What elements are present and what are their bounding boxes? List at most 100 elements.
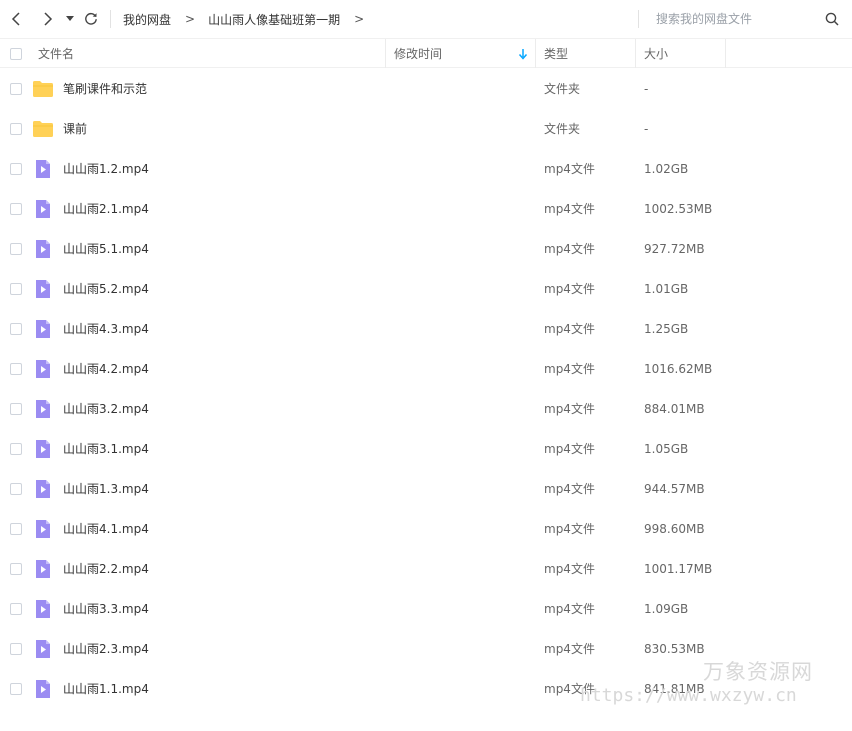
file-name[interactable]: 山山雨5.1.mp4	[63, 229, 149, 269]
history-dropdown-button[interactable]	[60, 8, 80, 30]
breadcrumb-separator: >	[185, 12, 196, 26]
file-row[interactable]: 山山雨2.2.mp4 mp4文件 1001.17MB	[0, 549, 852, 589]
file-row[interactable]: 山山雨4.3.mp4 mp4文件 1.25GB	[0, 309, 852, 349]
file-type: mp4文件	[544, 402, 595, 416]
file-row[interactable]: 山山雨2.1.mp4 mp4文件 1002.53MB	[0, 189, 852, 229]
select-all-checkbox[interactable]	[10, 39, 22, 68]
video-file-icon	[32, 319, 54, 339]
checkbox-box	[10, 563, 22, 575]
caret-down-icon	[66, 16, 74, 21]
refresh-button[interactable]	[80, 8, 102, 30]
row-checkbox[interactable]	[10, 683, 22, 695]
column-header-size[interactable]: 大小	[644, 39, 668, 68]
file-size: 998.60MB	[644, 522, 705, 536]
checkbox-box	[10, 483, 22, 495]
row-checkbox[interactable]	[10, 563, 22, 575]
file-name[interactable]: 山山雨4.1.mp4	[63, 509, 149, 549]
file-name[interactable]: 山山雨4.2.mp4	[63, 349, 149, 389]
breadcrumb: 我的网盘 > 山山雨人像基础班第一期 >	[123, 0, 377, 38]
row-checkbox[interactable]	[10, 323, 22, 335]
row-checkbox[interactable]	[10, 243, 22, 255]
file-name[interactable]: 山山雨3.1.mp4	[63, 429, 149, 469]
checkbox-box	[10, 523, 22, 535]
file-name[interactable]: 山山雨1.2.mp4	[63, 149, 149, 189]
file-type: 文件夹	[544, 122, 581, 136]
file-list-header: 文件名 修改时间 类型 大小	[0, 38, 852, 68]
row-checkbox[interactable]	[10, 83, 22, 95]
file-size: 1.09GB	[644, 602, 689, 616]
checkbox-box	[10, 363, 22, 375]
file-name[interactable]: 山山雨2.3.mp4	[63, 629, 149, 669]
row-checkbox[interactable]	[10, 363, 22, 375]
row-checkbox[interactable]	[10, 283, 22, 295]
file-name[interactable]: 山山雨3.3.mp4	[63, 589, 149, 629]
search-input[interactable]	[646, 9, 824, 29]
file-size: 944.57MB	[644, 482, 705, 496]
file-row[interactable]: 山山雨5.2.mp4 mp4文件 1.01GB	[0, 269, 852, 309]
back-button[interactable]	[6, 8, 28, 30]
chevron-left-icon	[11, 12, 20, 26]
search-button[interactable]	[822, 9, 842, 29]
column-divider	[725, 39, 726, 68]
row-checkbox[interactable]	[10, 163, 22, 175]
forward-button[interactable]	[36, 8, 58, 30]
file-type: 文件夹	[544, 82, 581, 96]
checkbox-box	[10, 123, 22, 135]
file-type: mp4文件	[544, 482, 595, 496]
column-header-name[interactable]: 文件名	[38, 39, 74, 68]
file-name[interactable]: 课前	[63, 109, 87, 149]
file-row[interactable]: 山山雨1.3.mp4 mp4文件 944.57MB	[0, 469, 852, 509]
file-row[interactable]: 笔刷课件和示范 文件夹 -	[0, 69, 852, 109]
video-file-icon	[32, 559, 54, 579]
video-file-icon	[32, 639, 54, 659]
row-checkbox[interactable]	[10, 603, 22, 615]
breadcrumb-separator: >	[354, 12, 365, 26]
file-size: 1.02GB	[644, 162, 689, 176]
file-type: mp4文件	[544, 202, 595, 216]
video-file-icon	[32, 199, 54, 219]
file-size: 1.01GB	[644, 282, 689, 296]
file-type: mp4文件	[544, 522, 595, 536]
file-row[interactable]: 山山雨3.2.mp4 mp4文件 884.01MB	[0, 389, 852, 429]
file-row[interactable]: 山山雨3.3.mp4 mp4文件 1.09GB	[0, 589, 852, 629]
row-checkbox[interactable]	[10, 123, 22, 135]
folder-icon	[32, 119, 54, 139]
row-checkbox[interactable]	[10, 403, 22, 415]
file-row[interactable]: 山山雨1.2.mp4 mp4文件 1.02GB	[0, 149, 852, 189]
file-row[interactable]: 山山雨4.1.mp4 mp4文件 998.60MB	[0, 509, 852, 549]
file-name[interactable]: 山山雨2.1.mp4	[63, 189, 149, 229]
breadcrumb-item-root[interactable]: 我的网盘	[123, 11, 171, 28]
checkbox-box	[10, 603, 22, 615]
sort-desc-icon[interactable]	[518, 39, 528, 68]
file-row[interactable]: 山山雨4.2.mp4 mp4文件 1016.62MB	[0, 349, 852, 389]
row-checkbox[interactable]	[10, 523, 22, 535]
file-name[interactable]: 山山雨4.3.mp4	[63, 309, 149, 349]
file-row[interactable]: 课前 文件夹 -	[0, 109, 852, 149]
file-type: mp4文件	[544, 602, 595, 616]
checkbox-box	[10, 203, 22, 215]
file-name[interactable]: 笔刷课件和示范	[63, 69, 147, 109]
file-row[interactable]: 山山雨3.1.mp4 mp4文件 1.05GB	[0, 429, 852, 469]
video-file-icon	[32, 439, 54, 459]
file-size: 1.25GB	[644, 322, 689, 336]
row-checkbox[interactable]	[10, 443, 22, 455]
file-row[interactable]: 山山雨5.1.mp4 mp4文件 927.72MB	[0, 229, 852, 269]
file-name[interactable]: 山山雨1.3.mp4	[63, 469, 149, 509]
row-checkbox[interactable]	[10, 203, 22, 215]
file-name[interactable]: 山山雨2.2.mp4	[63, 549, 149, 589]
refresh-icon	[85, 12, 97, 25]
file-name[interactable]: 山山雨1.1.mp4	[63, 669, 149, 709]
breadcrumb-item-current-folder[interactable]: 山山雨人像基础班第一期	[208, 11, 340, 28]
column-header-type[interactable]: 类型	[544, 39, 568, 68]
checkbox-box	[10, 323, 22, 335]
video-file-icon	[32, 159, 54, 179]
file-name[interactable]: 山山雨3.2.mp4	[63, 389, 149, 429]
file-name[interactable]: 山山雨5.2.mp4	[63, 269, 149, 309]
row-checkbox[interactable]	[10, 643, 22, 655]
file-size: -	[644, 82, 649, 96]
file-size: 927.72MB	[644, 242, 705, 256]
file-size: 1001.17MB	[644, 562, 713, 576]
row-checkbox[interactable]	[10, 483, 22, 495]
file-size: 1002.53MB	[644, 202, 713, 216]
column-header-modified[interactable]: 修改时间	[394, 39, 442, 68]
